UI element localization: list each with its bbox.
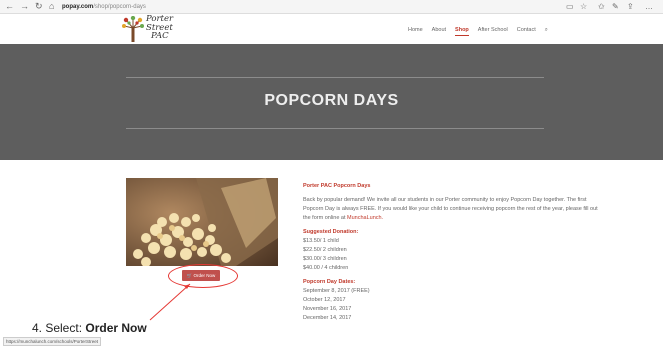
browser-toolbar: ← → ↻ ⌂ popay.com/shop/popcorn-days ▭ ☆ … [0, 0, 663, 14]
date-item: September 8, 2017 (FREE) [303, 288, 370, 294]
logo-line3: PAC [151, 31, 169, 41]
status-bar-url: https://munchalunch.com/schools/PorterSt… [3, 337, 102, 346]
reading-view-icon[interactable]: ▭ [566, 1, 574, 12]
donation-item: $30.00/ 3 children [303, 256, 347, 262]
forward-arrow-icon[interactable]: → [20, 1, 29, 12]
logo-tree-icon[interactable] [122, 16, 144, 42]
address-bar[interactable]: popay.com/shop/popcorn-days [62, 2, 562, 12]
share-icon[interactable]: ⇪ [627, 1, 634, 12]
site-header: Porter Street PAC Home About Shop After … [0, 14, 663, 44]
instruction-prefix: 4. Select: [32, 321, 83, 335]
site-logo-text[interactable]: Porter Street PAC [146, 15, 173, 41]
home-icon[interactable]: ⌂ [49, 1, 54, 12]
instruction-target: Order Now [85, 321, 147, 335]
product-description: Porter PAC Popcorn Days Back by popular … [303, 182, 603, 323]
nav-item-shop[interactable]: Shop [455, 27, 469, 36]
url-path: /shop/popcorn-days [93, 4, 146, 10]
munchalunch-link[interactable]: MunchaLunch. [347, 215, 383, 221]
popcorn-image [126, 178, 278, 266]
instruction-text: 4. Select: Order Now [32, 321, 147, 335]
nav-item-after-school[interactable]: After School [478, 27, 508, 36]
favorites-icon[interactable]: ✩ [598, 1, 605, 12]
hero-banner: POPCORN DAYS [0, 44, 663, 160]
donation-item: $22.50/ 2 children [303, 247, 347, 253]
hero-divider-top [126, 77, 544, 78]
date-item: December 14, 2017 [303, 315, 352, 321]
url-domain: popay.com [62, 4, 94, 10]
description-heading: Porter PAC Popcorn Days [303, 183, 371, 189]
description-intro: Back by popular demand! We invite all ou… [303, 196, 603, 223]
nav-item-contact[interactable]: Contact [517, 27, 536, 36]
hero-divider-bottom [126, 128, 544, 129]
donation-item: $13.50/ 1 child [303, 238, 339, 244]
more-icon[interactable]: … [645, 1, 653, 12]
nav-item-home[interactable]: Home [408, 27, 423, 36]
date-item: November 16, 2017 [303, 306, 352, 312]
back-arrow-icon[interactable]: ← [5, 1, 14, 12]
search-icon[interactable]: ⌕ [545, 27, 548, 36]
date-item: October 12, 2017 [303, 297, 346, 303]
product-image [126, 178, 278, 266]
donation-heading: Suggested Donation: [303, 229, 359, 235]
refresh-icon[interactable]: ↻ [35, 1, 43, 12]
nav-item-about[interactable]: About [432, 27, 446, 36]
main-nav: Home About Shop After School Contact ⌕ [408, 27, 557, 36]
favorite-star-icon[interactable]: ☆ [580, 1, 587, 12]
page-title: POPCORN DAYS [264, 92, 399, 109]
donation-item: $40.00 / 4 children [303, 265, 349, 271]
notes-icon[interactable]: ✎ [612, 1, 619, 12]
dates-heading: Popcorn Day Dates: [303, 279, 356, 285]
highlight-circle [168, 264, 238, 288]
